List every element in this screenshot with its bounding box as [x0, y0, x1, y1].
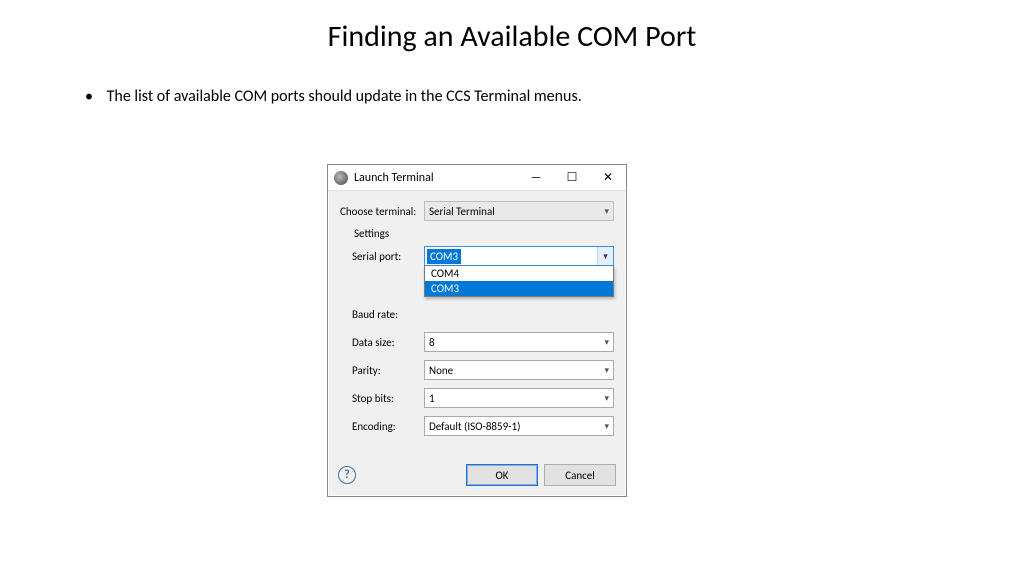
encoding-label: Encoding: — [352, 420, 424, 433]
chevron-down-icon: ▾ — [604, 365, 609, 376]
choose-terminal-value: Serial Terminal — [429, 205, 495, 218]
baud-rate-label: Baud rate: — [352, 308, 424, 321]
chevron-down-icon: ▾ — [604, 206, 609, 217]
ok-button[interactable]: OK — [466, 464, 538, 486]
chevron-down-icon: ▾ — [604, 421, 609, 432]
chevron-down-icon: ▾ — [597, 247, 613, 265]
dialog-body: Choose terminal: Serial Terminal ▾ Setti… — [328, 191, 626, 456]
choose-terminal-row: Choose terminal: Serial Terminal ▾ — [340, 201, 614, 221]
app-icon — [334, 171, 348, 185]
slide-bullet: • The list of available COM ports should… — [0, 65, 1024, 106]
titlebar: Launch Terminal — ☐ ✕ — [328, 165, 626, 191]
maximize-button[interactable]: ☐ — [554, 165, 590, 191]
cancel-button[interactable]: Cancel — [544, 464, 616, 486]
parity-row: Parity: None ▾ — [352, 360, 614, 380]
chevron-down-icon: ▾ — [604, 393, 609, 404]
encoding-select[interactable]: Default (ISO-8859-1) ▾ — [424, 416, 614, 436]
serial-port-option-com4[interactable]: COM4 — [425, 266, 613, 281]
help-icon[interactable]: ? — [338, 466, 356, 484]
window-title: Launch Terminal — [354, 171, 518, 185]
bullet-text: The list of available COM ports should u… — [107, 87, 582, 106]
minimize-button[interactable]: — — [518, 165, 554, 191]
chevron-down-icon: ▾ — [604, 337, 609, 348]
serial-port-label: Serial port: — [352, 250, 424, 263]
serial-port-value: COM3 — [427, 249, 461, 264]
dialog-footer: ? OK Cancel — [328, 456, 626, 496]
serial-port-row: Serial port: COM3 ▾ COM4 COM3 — [352, 246, 614, 266]
close-button[interactable]: ✕ — [590, 165, 626, 191]
choose-terminal-label: Choose terminal: — [340, 205, 424, 218]
data-size-select[interactable]: 8 ▾ — [424, 332, 614, 352]
data-size-value: 8 — [429, 336, 435, 349]
encoding-value: Default (ISO-8859-1) — [429, 420, 520, 433]
encoding-row: Encoding: Default (ISO-8859-1) ▾ — [352, 416, 614, 436]
bullet-dot: • — [85, 87, 103, 106]
serial-port-option-com3[interactable]: COM3 — [425, 281, 613, 296]
launch-terminal-dialog: Launch Terminal — ☐ ✕ Choose terminal: S… — [327, 164, 627, 497]
data-size-label: Data size: — [352, 336, 424, 349]
stop-bits-value: 1 — [429, 392, 435, 405]
stop-bits-label: Stop bits: — [352, 392, 424, 405]
serial-port-select[interactable]: COM3 ▾ — [424, 246, 614, 266]
stop-bits-row: Stop bits: 1 ▾ — [352, 388, 614, 408]
data-size-row: Data size: 8 ▾ — [352, 332, 614, 352]
parity-select[interactable]: None ▾ — [424, 360, 614, 380]
serial-port-dropdown: COM4 COM3 — [424, 266, 614, 297]
settings-heading: Settings — [342, 227, 614, 240]
baud-rate-row: Baud rate: ▾ — [352, 304, 614, 324]
slide-title: Finding an Available COM Port — [0, 0, 1024, 65]
parity-label: Parity: — [352, 364, 424, 377]
choose-terminal-select[interactable]: Serial Terminal ▾ — [424, 201, 614, 221]
stop-bits-select[interactable]: 1 ▾ — [424, 388, 614, 408]
parity-value: None — [429, 364, 453, 377]
